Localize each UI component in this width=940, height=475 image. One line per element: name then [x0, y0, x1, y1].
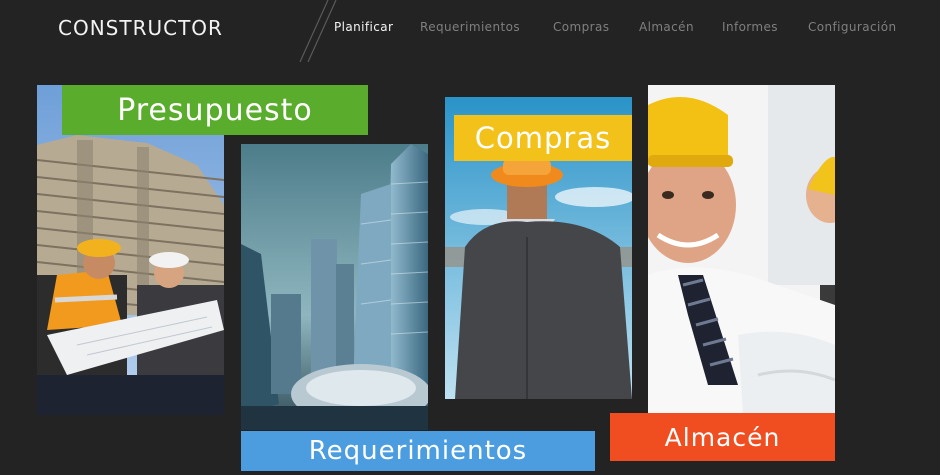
nav-item-informes[interactable]: Informes: [722, 20, 808, 34]
smiling-workers-photo: [648, 85, 835, 415]
compras-label[interactable]: Compras: [454, 115, 632, 161]
presupuesto-label[interactable]: Presupuesto: [62, 85, 368, 135]
city-skyscrapers-photo: [241, 144, 428, 430]
app-logo[interactable]: CONSTRUCTOR: [58, 16, 223, 40]
requerimientos-tile[interactable]: [241, 144, 428, 430]
nav-item-planificar[interactable]: Planificar: [334, 20, 420, 34]
requerimientos-label[interactable]: Requerimientos: [241, 431, 595, 471]
app-stage: CONSTRUCTOR Planificar Requerimientos Co…: [0, 0, 940, 475]
almacen-tile[interactable]: [648, 85, 835, 415]
header-divider-icon: [299, 0, 337, 62]
nav-item-almacen[interactable]: Almacén: [639, 20, 722, 34]
nav-item-configuracion[interactable]: Configuración: [808, 20, 896, 34]
nav-item-compras[interactable]: Compras: [553, 20, 639, 34]
nav-item-requerimientos[interactable]: Requerimientos: [420, 20, 553, 34]
main-nav: Planificar Requerimientos Compras Almacé…: [334, 20, 896, 34]
almacen-label[interactable]: Almacén: [610, 413, 835, 461]
